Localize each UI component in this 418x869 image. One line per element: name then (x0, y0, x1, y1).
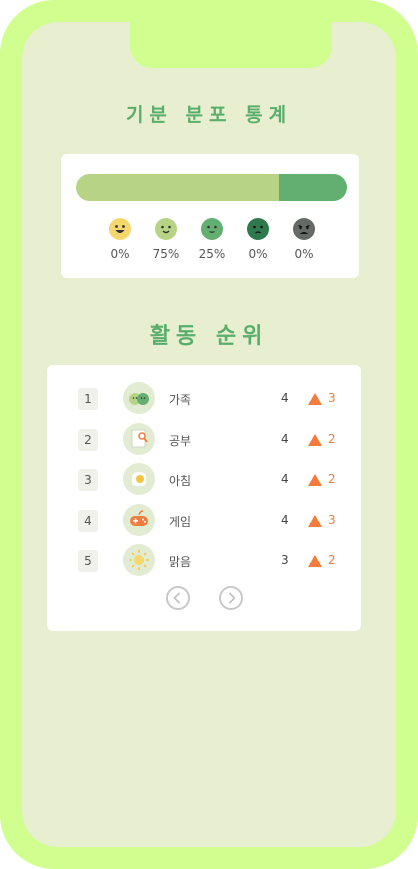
notch (130, 22, 332, 68)
rank-badge: 1 (78, 388, 98, 410)
activity-name: 가족 (169, 393, 192, 407)
sun-icon (123, 544, 155, 576)
activity-name: 게임 (169, 515, 192, 529)
up-triangle-icon (308, 393, 322, 405)
smiling-face-icon (155, 218, 177, 240)
activity-delta: 3 (328, 391, 336, 405)
activity-delta: 2 (328, 553, 336, 567)
activity-row[interactable]: 2 공부 4 2 (47, 423, 361, 459)
activity-count: 4 (281, 432, 289, 446)
mood-distribution-bar (76, 174, 347, 201)
activity-name: 아침 (169, 474, 192, 488)
mood-item-awful: 0% (274, 218, 334, 261)
activity-row[interactable]: 4 게임 4 3 (47, 504, 361, 540)
angry-face-icon (293, 218, 315, 240)
mood-bar-segment-okay (279, 174, 347, 201)
up-triangle-icon (308, 555, 322, 567)
activity-name: 맑음 (169, 555, 192, 569)
mood-distribution-title: 기분 분포 통계 (125, 104, 293, 126)
activity-row[interactable]: 1 가족 4 3 (47, 382, 361, 418)
activity-count: 4 (281, 391, 289, 405)
mood-bar-segment-good (76, 174, 280, 201)
activity-row[interactable]: 3 아침 4 2 (47, 463, 361, 499)
activity-ranking-title: 활동 순위 (149, 324, 269, 349)
activity-count: 3 (281, 553, 289, 567)
mood-legend: 0% 75% 25% 0% 0% (61, 218, 359, 268)
study-icon (123, 423, 155, 455)
chevron-left-icon (173, 592, 181, 604)
activity-count: 4 (281, 472, 289, 486)
activity-ranking-card: 1 가족 4 3 2 공부 4 2 3 아침 4 2 4 게임 4 3 5 맑음… (47, 365, 361, 631)
up-triangle-icon (308, 434, 322, 446)
rank-badge: 2 (78, 429, 98, 451)
prev-page-button[interactable] (166, 586, 190, 610)
activity-delta: 3 (328, 513, 336, 527)
rank-badge: 5 (78, 550, 98, 572)
sad-face-icon (247, 218, 269, 240)
family-icon (123, 382, 155, 414)
next-page-button[interactable] (219, 586, 243, 610)
activity-count: 4 (281, 513, 289, 527)
rank-badge: 3 (78, 469, 98, 491)
activity-delta: 2 (328, 472, 336, 486)
activity-name: 공부 (169, 434, 192, 448)
laughing-face-icon (109, 218, 131, 240)
rank-badge: 4 (78, 510, 98, 532)
chevron-right-icon (228, 592, 236, 604)
activity-row[interactable]: 5 맑음 3 2 (47, 544, 361, 580)
gamepad-icon (123, 504, 155, 536)
fried-egg-icon (123, 463, 155, 495)
mood-percent: 0% (294, 247, 314, 261)
activity-delta: 2 (328, 432, 336, 446)
mood-distribution-card: 0% 75% 25% 0% 0% (61, 154, 359, 278)
up-triangle-icon (308, 474, 322, 486)
up-triangle-icon (308, 515, 322, 527)
neutral-face-icon (201, 218, 223, 240)
